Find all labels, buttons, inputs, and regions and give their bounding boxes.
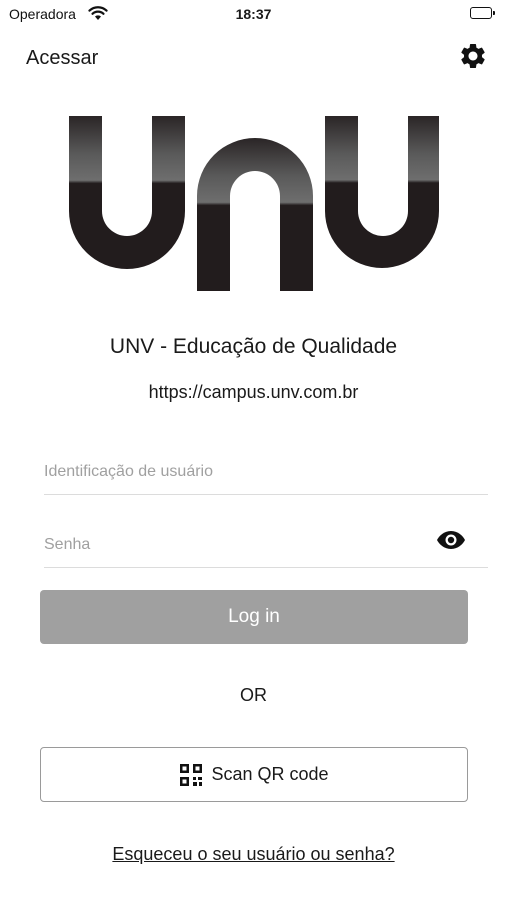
login-button[interactable]: Log in — [40, 590, 468, 644]
qr-code-icon — [179, 763, 203, 787]
scan-qr-button[interactable]: Scan QR code — [40, 747, 468, 802]
eye-icon — [436, 530, 466, 555]
server-url: https://campus.unv.com.br — [148, 382, 359, 402]
page-title: Acessar — [26, 47, 99, 69]
username-input[interactable] — [44, 454, 424, 490]
username-field-container — [44, 450, 488, 495]
forgot-credentials-link[interactable]: Esqueceu o seu usuário ou senha? — [0, 844, 507, 865]
status-time: 18:37 — [235, 6, 272, 22]
org-name: UNV - Educação de Qualidade — [109, 335, 398, 358]
show-password-button[interactable] — [436, 529, 466, 555]
status-bar: Operadora 18:37 — [0, 0, 507, 28]
password-field-container — [44, 523, 488, 568]
settings-button[interactable] — [457, 42, 489, 74]
battery-icon — [470, 7, 496, 19]
gear-icon — [458, 41, 488, 76]
password-input[interactable] — [44, 527, 424, 563]
or-separator: OR — [240, 685, 267, 705]
org-logo — [69, 116, 439, 291]
scan-qr-label: Scan QR code — [211, 764, 329, 784]
